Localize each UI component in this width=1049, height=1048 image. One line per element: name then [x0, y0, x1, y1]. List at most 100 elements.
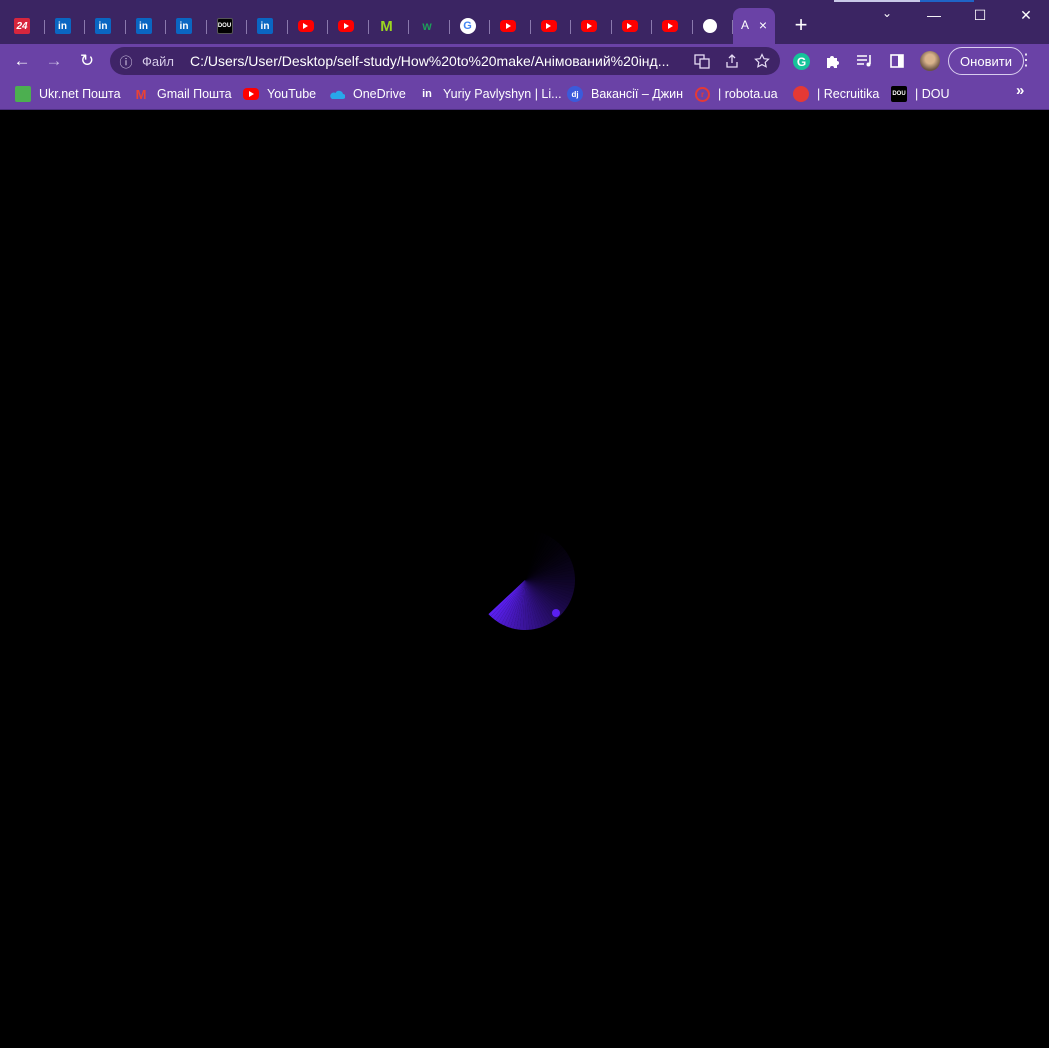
- address-bar[interactable]: ⓘ Файл C:/Users/User/Desktop/self-study/…: [110, 47, 780, 75]
- url-text[interactable]: C:/Users/User/Desktop/self-study/How%20t…: [190, 53, 670, 69]
- tab[interactable]: in: [85, 10, 126, 42]
- tab[interactable]: in: [247, 10, 288, 42]
- tab[interactable]: [490, 10, 531, 42]
- tab[interactable]: w: [409, 10, 450, 42]
- youtube-favicon-icon: [297, 20, 314, 32]
- bookmarks-overflow-button[interactable]: »: [1016, 82, 1024, 99]
- onedrive-icon: [329, 86, 345, 102]
- bookmarks-bar: Ukr.net Пошта M Gmail Пошта YouTube OneD…: [0, 78, 1049, 110]
- site-info-icon[interactable]: ⓘ: [110, 52, 142, 71]
- update-button[interactable]: Оновити: [948, 47, 1024, 75]
- w-favicon-icon: w: [422, 19, 432, 33]
- tab[interactable]: G: [450, 10, 491, 42]
- bookmark-ukrnet[interactable]: Ukr.net Пошта: [15, 85, 121, 103]
- bookmark-recruitika[interactable]: | Recruitika: [793, 85, 879, 103]
- ukrnet-icon: [15, 86, 31, 102]
- bookmark-onedrive[interactable]: OneDrive: [329, 85, 406, 103]
- share-icon[interactable]: [722, 51, 742, 71]
- minimize-button[interactable]: —: [911, 0, 957, 30]
- youtube-favicon-icon: [581, 20, 597, 32]
- bookmark-label: YouTube: [267, 87, 317, 101]
- new-tab-button[interactable]: +: [790, 14, 812, 36]
- bookmark-youtube[interactable]: YouTube: [243, 85, 316, 103]
- dou-favicon-icon: DOU: [216, 18, 233, 34]
- page-content: [0, 111, 1049, 1048]
- browser-toolbar: ← → ↻ ⓘ Файл C:/Users/User/Desktop/self-…: [0, 44, 1049, 78]
- loading-spinner: [474, 529, 576, 631]
- linkedin-icon: in: [422, 88, 432, 100]
- tab[interactable]: in: [126, 10, 167, 42]
- youtube-favicon-icon: [338, 20, 354, 32]
- m-favicon-icon: M: [380, 17, 393, 35]
- forward-button[interactable]: →: [42, 49, 66, 73]
- robota-icon: r: [695, 86, 710, 102]
- news24-favicon-icon: 24: [14, 18, 30, 34]
- youtube-favicon-icon: [540, 20, 557, 32]
- spinner-head-dot: [552, 609, 560, 617]
- tab[interactable]: [693, 10, 734, 42]
- tab[interactable]: [288, 10, 329, 42]
- bookmark-label: Gmail Пошта: [157, 87, 232, 101]
- bookmark-gmail[interactable]: M Gmail Пошта: [133, 85, 232, 103]
- active-tab[interactable]: A ×: [733, 8, 775, 44]
- bookmark-linkedin[interactable]: in Yuriy Pavlyshyn | Li...: [419, 85, 562, 103]
- reload-button[interactable]: ↻: [75, 49, 99, 73]
- bookmark-label: | DOU: [915, 87, 950, 101]
- bookmark-djinni[interactable]: dj Вакансії – Джин: [567, 85, 683, 103]
- bookmark-robota[interactable]: r | robota.ua: [695, 85, 778, 103]
- back-button[interactable]: ←: [10, 49, 34, 73]
- bookmark-label: Yuriy Pavlyshyn | Li...: [443, 87, 562, 101]
- youtube-favicon-icon: [500, 20, 516, 32]
- grammarly-extension-icon[interactable]: G: [793, 53, 810, 70]
- youtube-icon: [243, 88, 259, 100]
- side-panel-icon[interactable]: [887, 51, 907, 71]
- maximize-button[interactable]: ☐: [957, 0, 1003, 30]
- tab[interactable]: M: [369, 10, 410, 42]
- browser-window: 24 in in in in DOU in M w G A × + ⌄ — ☐ …: [0, 0, 1049, 1048]
- google-favicon-icon: G: [459, 18, 476, 34]
- bookmark-label: | robota.ua: [718, 87, 778, 101]
- tab[interactable]: [652, 10, 693, 42]
- tab[interactable]: [531, 10, 572, 42]
- linkedin-favicon-icon: in: [95, 18, 111, 34]
- window-controls: — ☐ ✕: [911, 0, 1049, 30]
- tab[interactable]: 24: [4, 10, 45, 42]
- bookmark-label: Ukr.net Пошта: [39, 87, 121, 101]
- tab-search-button[interactable]: ⌄: [876, 6, 898, 24]
- bookmark-star-icon[interactable]: [752, 51, 772, 71]
- active-tab-title: A: [741, 18, 750, 32]
- address-bar-actions: [692, 51, 772, 71]
- bookmark-label: Вакансії – Джин: [591, 87, 683, 101]
- youtube-favicon-icon: [662, 20, 678, 32]
- scheme-chip: Файл: [142, 53, 174, 69]
- profile-avatar[interactable]: [920, 51, 940, 71]
- linkedin-favicon-icon: in: [257, 18, 273, 34]
- browser-menu-icon[interactable]: ⋮: [1018, 50, 1034, 72]
- bookmark-label: OneDrive: [353, 87, 406, 101]
- linkedin-favicon-icon: in: [54, 18, 71, 34]
- tab[interactable]: in: [166, 10, 207, 42]
- recruitika-icon: [793, 86, 809, 102]
- gmail-icon: M: [135, 86, 147, 102]
- bookmark-label: | Recruitika: [817, 87, 880, 101]
- tab-list: 24 in in in in DOU in M w G A ×: [4, 8, 775, 44]
- tab-strip: 24 in in in in DOU in M w G A × + ⌄ — ☐ …: [0, 0, 1049, 44]
- translate-icon[interactable]: [692, 51, 712, 71]
- globe-favicon-icon: [702, 19, 717, 33]
- reading-list-icon[interactable]: [855, 51, 875, 71]
- tab[interactable]: in: [45, 10, 86, 42]
- tab[interactable]: [612, 10, 653, 42]
- tab[interactable]: DOU: [207, 10, 248, 42]
- youtube-favicon-icon: [621, 20, 638, 32]
- extensions-puzzle-icon[interactable]: [823, 51, 843, 71]
- dou-icon: DOU: [891, 86, 907, 102]
- djinni-icon: dj: [567, 86, 583, 102]
- tab-close-icon[interactable]: ×: [759, 18, 767, 32]
- spinner-graphic: [488, 544, 576, 631]
- tab[interactable]: [571, 10, 612, 42]
- linkedin-favicon-icon: in: [176, 18, 192, 34]
- bookmark-dou[interactable]: DOU | DOU: [891, 85, 950, 103]
- tab[interactable]: [328, 10, 369, 42]
- linkedin-favicon-icon: in: [135, 18, 152, 34]
- close-window-button[interactable]: ✕: [1003, 0, 1049, 30]
